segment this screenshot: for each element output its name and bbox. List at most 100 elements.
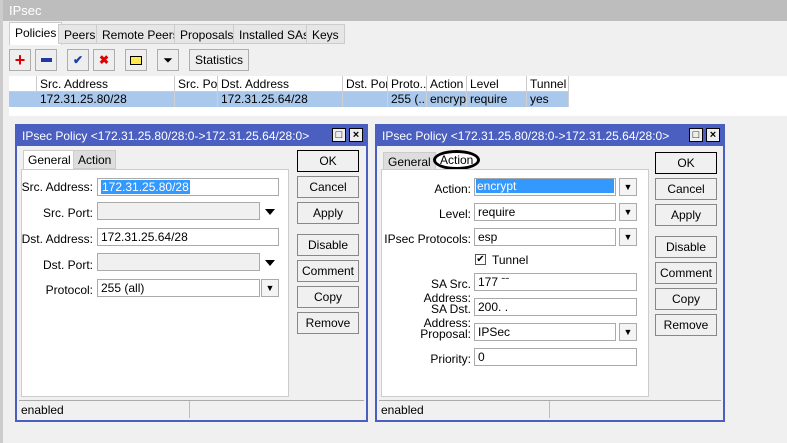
header-action[interactable]: Action	[427, 76, 467, 92]
tab-policies[interactable]: Policies	[9, 22, 63, 45]
ok-button[interactable]: OK	[297, 150, 359, 172]
add-button[interactable]: +	[9, 49, 31, 71]
cross-icon: ✖	[98, 53, 110, 67]
close-button[interactable]: ×	[706, 128, 720, 142]
ok-button[interactable]: OK	[655, 152, 717, 174]
tab-keys[interactable]: Keys	[306, 24, 345, 44]
filter-icon: ⏷	[163, 52, 173, 67]
disable-button[interactable]: Disable	[297, 234, 359, 256]
priority-label: Priority:	[430, 352, 471, 366]
window-title: IPsec	[3, 0, 787, 21]
remove-icon	[40, 58, 52, 62]
header-proto[interactable]: Proto...	[388, 76, 427, 92]
src-address-field[interactable]: 172.31.25.80/28	[97, 178, 279, 196]
header-tunnel[interactable]: Tunnel	[527, 76, 569, 92]
ipsec-window: IPsec Policies Peers Remote Peers Propos…	[0, 0, 787, 443]
cancel-button[interactable]: Cancel	[297, 176, 359, 198]
remove-button[interactable]	[35, 49, 57, 71]
cell-src-port	[175, 92, 218, 107]
tab-proposals[interactable]: Proposals	[174, 24, 240, 44]
header-src-address[interactable]: Src. Address	[37, 76, 175, 92]
apply-button[interactable]: Apply	[297, 202, 359, 224]
tab-action[interactable]: Action	[433, 150, 481, 170]
action-field[interactable]: encrypt	[474, 178, 616, 196]
dst-address-label: Dst. Address:	[21, 232, 93, 246]
header-dst-port[interactable]: Dst. Port	[343, 76, 388, 92]
tunnel-label: Tunnel	[492, 253, 529, 267]
filter-button[interactable]: ⏷	[157, 49, 179, 71]
comment-button[interactable]: Comment	[297, 260, 359, 282]
cell-dst: 172.31.25.64/28	[218, 92, 343, 107]
dialog-title: IPsec Policy <172.31.25.80/28:0->172.31.…	[382, 129, 670, 143]
remove-button[interactable]: Remove	[655, 314, 717, 336]
sa-src-address-field[interactable]: 177 ˉˉ	[474, 273, 637, 291]
chevron-down-icon[interactable]	[265, 209, 275, 215]
cancel-button[interactable]: Cancel	[655, 178, 717, 200]
tab-installed-sas[interactable]: Installed SAs	[233, 24, 316, 44]
policy-dialog-general: IPsec Policy <172.31.25.80/28:0->172.31.…	[15, 124, 368, 422]
dialog-title-bar: IPsec Policy <172.31.25.80/28:0->172.31.…	[377, 126, 723, 146]
dst-port-field[interactable]	[97, 253, 260, 271]
cell-src: 172.31.25.80/28	[37, 92, 175, 107]
header-src-port[interactable]: Src. Port	[175, 76, 218, 92]
tab-general[interactable]: General	[23, 150, 76, 170]
action-label: Action:	[434, 182, 471, 196]
action-value: encrypt	[476, 179, 614, 193]
cell-level: require	[467, 92, 527, 107]
tab-peers[interactable]: Peers	[58, 24, 102, 44]
sa-src-address-label: SA Src. Address:	[423, 277, 471, 305]
header-level[interactable]: Level	[467, 76, 527, 92]
ipsec-protocols-label: IPsec Protocols:	[384, 232, 471, 246]
statistics-button[interactable]: Statistics	[189, 49, 249, 71]
enable-button[interactable]: ✔	[67, 49, 89, 71]
disable-button[interactable]: ✖	[93, 49, 115, 71]
cell-proto: 255 (...	[388, 92, 427, 107]
ipsec-protocols-dropdown-icon[interactable]: ▼	[619, 228, 637, 246]
maximize-button[interactable]: □	[332, 128, 346, 142]
proposal-field[interactable]: IPSec	[474, 323, 616, 341]
close-button[interactable]: ×	[349, 128, 363, 142]
cell-dst-port	[343, 92, 388, 107]
protocol-label: Protocol:	[45, 283, 93, 297]
tab-action[interactable]: Action	[73, 150, 117, 169]
header-dst-address[interactable]: Dst. Address	[218, 76, 343, 92]
cell-tunnel: yes	[527, 92, 569, 107]
dst-address-field[interactable]: 172.31.25.64/28	[97, 228, 279, 246]
tab-remote-peers[interactable]: Remote Peers	[96, 24, 185, 44]
protocol-dropdown-icon[interactable]: ▼	[261, 279, 279, 297]
check-icon: ✔	[72, 53, 84, 67]
action-dropdown-icon[interactable]: ▼	[619, 178, 637, 196]
src-port-field[interactable]	[97, 202, 260, 220]
status-bar: enabled	[379, 400, 721, 418]
protocol-field[interactable]: 255 (all)	[97, 279, 260, 297]
copy-button[interactable]: Copy	[297, 286, 359, 308]
comment-button[interactable]: Comment	[655, 262, 717, 284]
apply-button[interactable]: Apply	[655, 204, 717, 226]
comment-button[interactable]	[125, 49, 147, 71]
remove-button[interactable]: Remove	[297, 312, 359, 334]
level-dropdown-icon[interactable]: ▼	[619, 203, 637, 221]
status-text: enabled	[381, 403, 424, 417]
level-field[interactable]: require	[474, 203, 616, 221]
maximize-button[interactable]: □	[689, 128, 703, 142]
table-header-blank	[9, 76, 37, 92]
sa-dst-address-label: SA Dst. Address:	[423, 302, 471, 330]
src-port-label: Src. Port:	[42, 206, 93, 220]
src-address-value: 172.31.25.80/28	[101, 180, 190, 194]
level-label: Level:	[438, 207, 471, 221]
tunnel-checkbox[interactable]: ✔	[475, 254, 486, 265]
policy-dialog-action: IPsec Policy <172.31.25.80/28:0->172.31.…	[375, 124, 725, 422]
cell-action: encrypt	[427, 92, 467, 107]
proposal-label: Proposal:	[420, 327, 471, 341]
note-icon	[130, 55, 142, 65]
copy-button[interactable]: Copy	[655, 288, 717, 310]
sa-dst-address-field[interactable]: 200. .	[474, 298, 637, 316]
priority-field[interactable]: 0	[474, 348, 637, 366]
dialog-title: IPsec Policy <172.31.25.80/28:0->172.31.…	[22, 129, 310, 143]
proposal-dropdown-icon[interactable]: ▼	[619, 323, 637, 341]
status-bar: enabled	[19, 400, 364, 418]
ipsec-protocols-field[interactable]: esp	[474, 228, 616, 246]
src-address-label: Src. Address:	[21, 180, 93, 194]
chevron-down-icon[interactable]	[265, 260, 275, 266]
disable-button[interactable]: Disable	[655, 236, 717, 258]
